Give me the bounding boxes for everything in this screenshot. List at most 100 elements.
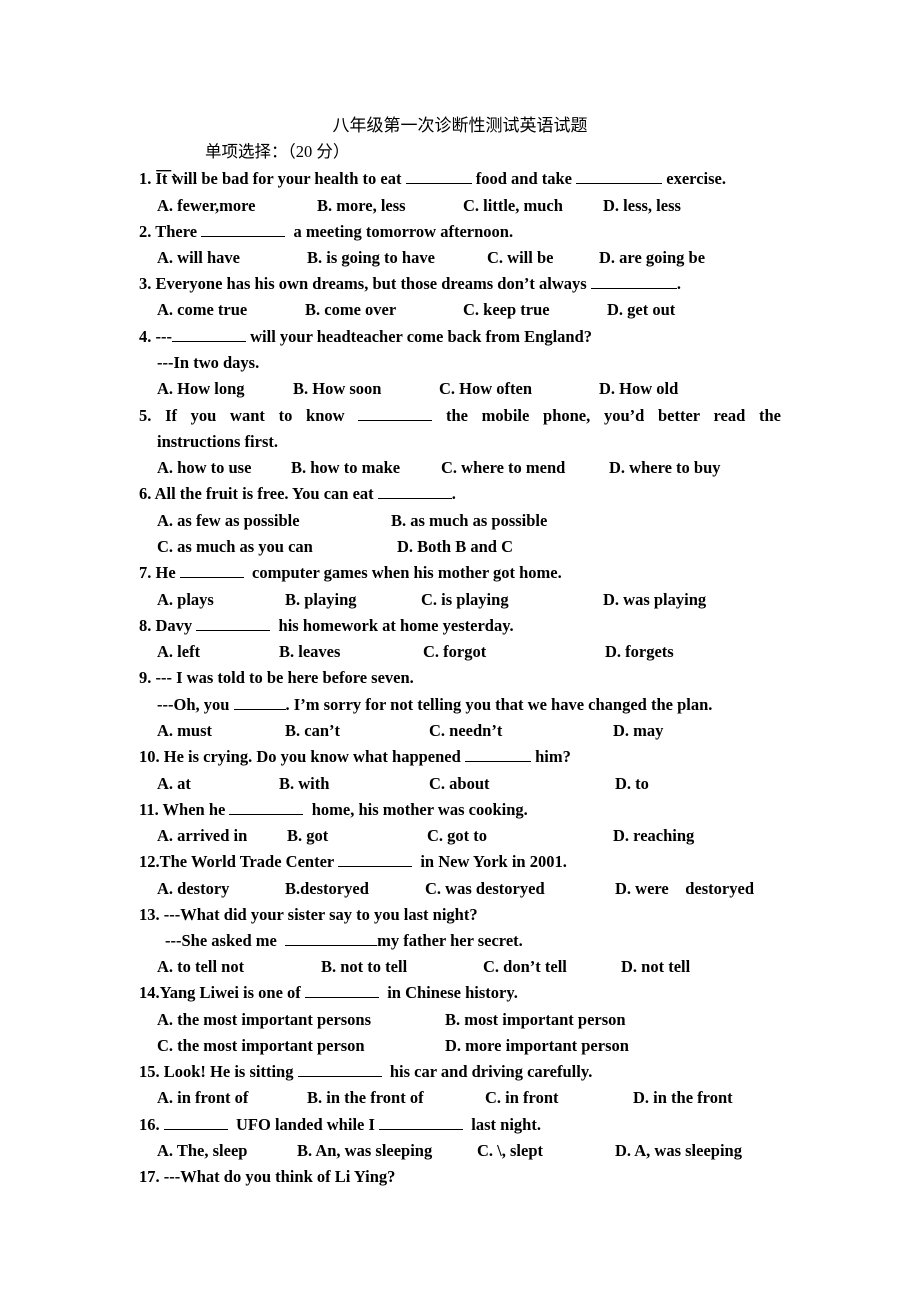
question-12-option-d: D. were destoryed bbox=[615, 879, 754, 898]
question-14-option-a: A. the most important persons bbox=[157, 1010, 372, 1029]
question-9-option-c: C. needn’t bbox=[429, 721, 503, 740]
answer-blank bbox=[163, 1115, 228, 1130]
question-7-option-a: A. plays bbox=[157, 590, 214, 609]
answer-blank bbox=[590, 274, 677, 289]
question-10-option-b: B. with bbox=[279, 774, 330, 793]
question-7-option-d: D. was playing bbox=[603, 590, 707, 609]
question-9-reply: ---Oh, you . I’m sorry for not telling y… bbox=[157, 695, 713, 714]
question-7-option-c: C. is playing bbox=[421, 590, 509, 609]
exam-page: 八年级第一次诊断性测试英语试题 一、 单项选择：（20 分） 1. It will… bbox=[0, 0, 920, 1302]
question-3-stem: 3. Everyone has his own dreams, but thos… bbox=[139, 274, 681, 293]
section-points: （20 分） bbox=[287, 142, 350, 161]
answer-blank bbox=[304, 983, 379, 998]
answer-blank bbox=[196, 616, 271, 631]
question-9-stem: 9. --- I was told to be here before seve… bbox=[139, 668, 414, 687]
answer-blank bbox=[233, 695, 286, 710]
question-8-option-c: C. forgot bbox=[423, 642, 487, 661]
question-16-stem: 16. UFO landed while I last night. bbox=[139, 1115, 541, 1134]
question-5-continuation: instructions first. bbox=[157, 432, 278, 451]
question-1-stem: 1. It will be bad for your health to eat… bbox=[139, 169, 726, 188]
question-4-option-a: A. How long bbox=[157, 379, 245, 398]
question-4-stem: 4. --- will your headteacher come back f… bbox=[139, 327, 593, 346]
question-12-stem: 12.The World Trade Center in New York in… bbox=[139, 852, 567, 871]
question-5-option-d: D. where to buy bbox=[609, 458, 721, 477]
question-5-option-c: C. where to mend bbox=[441, 458, 566, 477]
question-4-option-d: D. How old bbox=[599, 379, 679, 398]
answer-blank bbox=[377, 484, 452, 499]
question-8-option-b: B. leaves bbox=[279, 642, 341, 661]
question-14-option-b: B. most important person bbox=[445, 1010, 626, 1029]
question-10-option-d: D. to bbox=[615, 774, 649, 793]
question-2-option-c: C. will be bbox=[487, 248, 554, 267]
answer-blank bbox=[297, 1062, 382, 1077]
question-7-option-b: B. playing bbox=[285, 590, 357, 609]
question-16-option-d: D. A, was sleeping bbox=[615, 1141, 742, 1160]
question-17-stem: 17. ---What do you think of Li Ying? bbox=[139, 1167, 396, 1186]
question-2-stem: 2. There a meeting tomorrow afternoon. bbox=[139, 222, 514, 241]
question-4-option-b: B. How soon bbox=[293, 379, 382, 398]
question-3-option-a: A. come true bbox=[157, 300, 248, 319]
question-4-reply: ---In two days. bbox=[157, 353, 260, 372]
question-6-option-d: D. Both B and C bbox=[397, 537, 513, 556]
section-label-group: 单项选择：（20 分） bbox=[205, 142, 349, 162]
question-4-option-c: C. How often bbox=[439, 379, 533, 398]
question-13-option-b: B. not to tell bbox=[321, 957, 408, 976]
question-2-option-a: A. will have bbox=[157, 248, 240, 267]
exam-title: 八年级第一次诊断性测试英语试题 bbox=[332, 116, 588, 136]
question-3-option-c: C. keep true bbox=[463, 300, 550, 319]
answer-blank bbox=[201, 222, 286, 237]
question-9-option-d: D. may bbox=[613, 721, 664, 740]
question-2-option-b: B. is going to have bbox=[307, 248, 435, 267]
question-13-option-d: D. not tell bbox=[621, 957, 691, 976]
question-14-option-d: D. more important person bbox=[445, 1036, 629, 1055]
question-5-option-a: A. how to use bbox=[157, 458, 252, 477]
question-15-option-b: B. in the front of bbox=[307, 1088, 424, 1107]
question-11-option-b: B. got bbox=[287, 826, 329, 845]
question-13-option-a: A. to tell not bbox=[157, 957, 245, 976]
question-6-option-b: B. as much as possible bbox=[391, 511, 548, 530]
question-13-option-c: C. don’t tell bbox=[483, 957, 567, 976]
answer-blank bbox=[338, 852, 413, 867]
question-13-stem: 13. ---What did your sister say to you l… bbox=[139, 905, 478, 924]
question-16-option-b: B. An, was sleeping bbox=[297, 1141, 433, 1160]
question-8-stem: 8. Davy his homework at home yesterday. bbox=[139, 616, 514, 635]
question-13-reply: ---She asked me my father her secret. bbox=[165, 931, 523, 950]
question-7-stem: 7. He computer games when his mother got… bbox=[139, 563, 562, 582]
answer-blank bbox=[464, 747, 531, 762]
question-12-option-a: A. destory bbox=[157, 879, 230, 898]
answer-blank bbox=[358, 406, 433, 421]
question-16-option-a: A. The, sleep bbox=[157, 1141, 248, 1160]
question-15-option-a: A. in front of bbox=[157, 1088, 249, 1107]
question-15-option-c: C. in front bbox=[485, 1088, 559, 1107]
question-1-option-c: C. little, much bbox=[463, 196, 563, 215]
question-3-option-d: D. get out bbox=[607, 300, 676, 319]
question-1-option-a: A. fewer,more bbox=[157, 196, 256, 215]
question-11-stem: 11. When he home, his mother was cooking… bbox=[139, 800, 528, 819]
question-5-option-b: B. how to make bbox=[291, 458, 401, 477]
question-15-option-d: D. in the front bbox=[633, 1088, 733, 1107]
question-1-option-b: B. more, less bbox=[317, 196, 406, 215]
question-10-stem: 10. He is crying. Do you know what happe… bbox=[139, 747, 571, 766]
answer-blank bbox=[379, 1115, 464, 1130]
question-14-stem: 14.Yang Liwei is one of in Chinese histo… bbox=[139, 983, 518, 1002]
question-8-option-a: A. left bbox=[157, 642, 201, 661]
question-6-option-a: A. as few as possible bbox=[157, 511, 300, 530]
answer-blank bbox=[179, 563, 244, 578]
answer-blank bbox=[285, 931, 378, 946]
question-6-option-c: C. as much as you can bbox=[157, 537, 313, 556]
question-10-option-a: A. at bbox=[157, 774, 191, 793]
question-14-option-c: C. the most important person bbox=[157, 1036, 365, 1055]
question-12-option-c: C. was destoryed bbox=[425, 879, 545, 898]
answer-blank bbox=[229, 800, 304, 815]
question-2-option-d: D. are going be bbox=[599, 248, 706, 267]
question-15-stem: 15. Look! He is sitting his car and driv… bbox=[139, 1062, 593, 1081]
question-3-option-b: B. come over bbox=[305, 300, 397, 319]
question-11-option-d: D. reaching bbox=[613, 826, 695, 845]
question-11-option-a: A. arrived in bbox=[157, 826, 248, 845]
question-9-option-a: A. must bbox=[157, 721, 213, 740]
question-8-option-d: D. forgets bbox=[605, 642, 674, 661]
question-12-option-b: B.destoryed bbox=[285, 879, 369, 898]
question-11-option-c: C. got to bbox=[427, 826, 488, 845]
answer-blank bbox=[171, 327, 246, 342]
question-10-option-c: C. about bbox=[429, 774, 490, 793]
